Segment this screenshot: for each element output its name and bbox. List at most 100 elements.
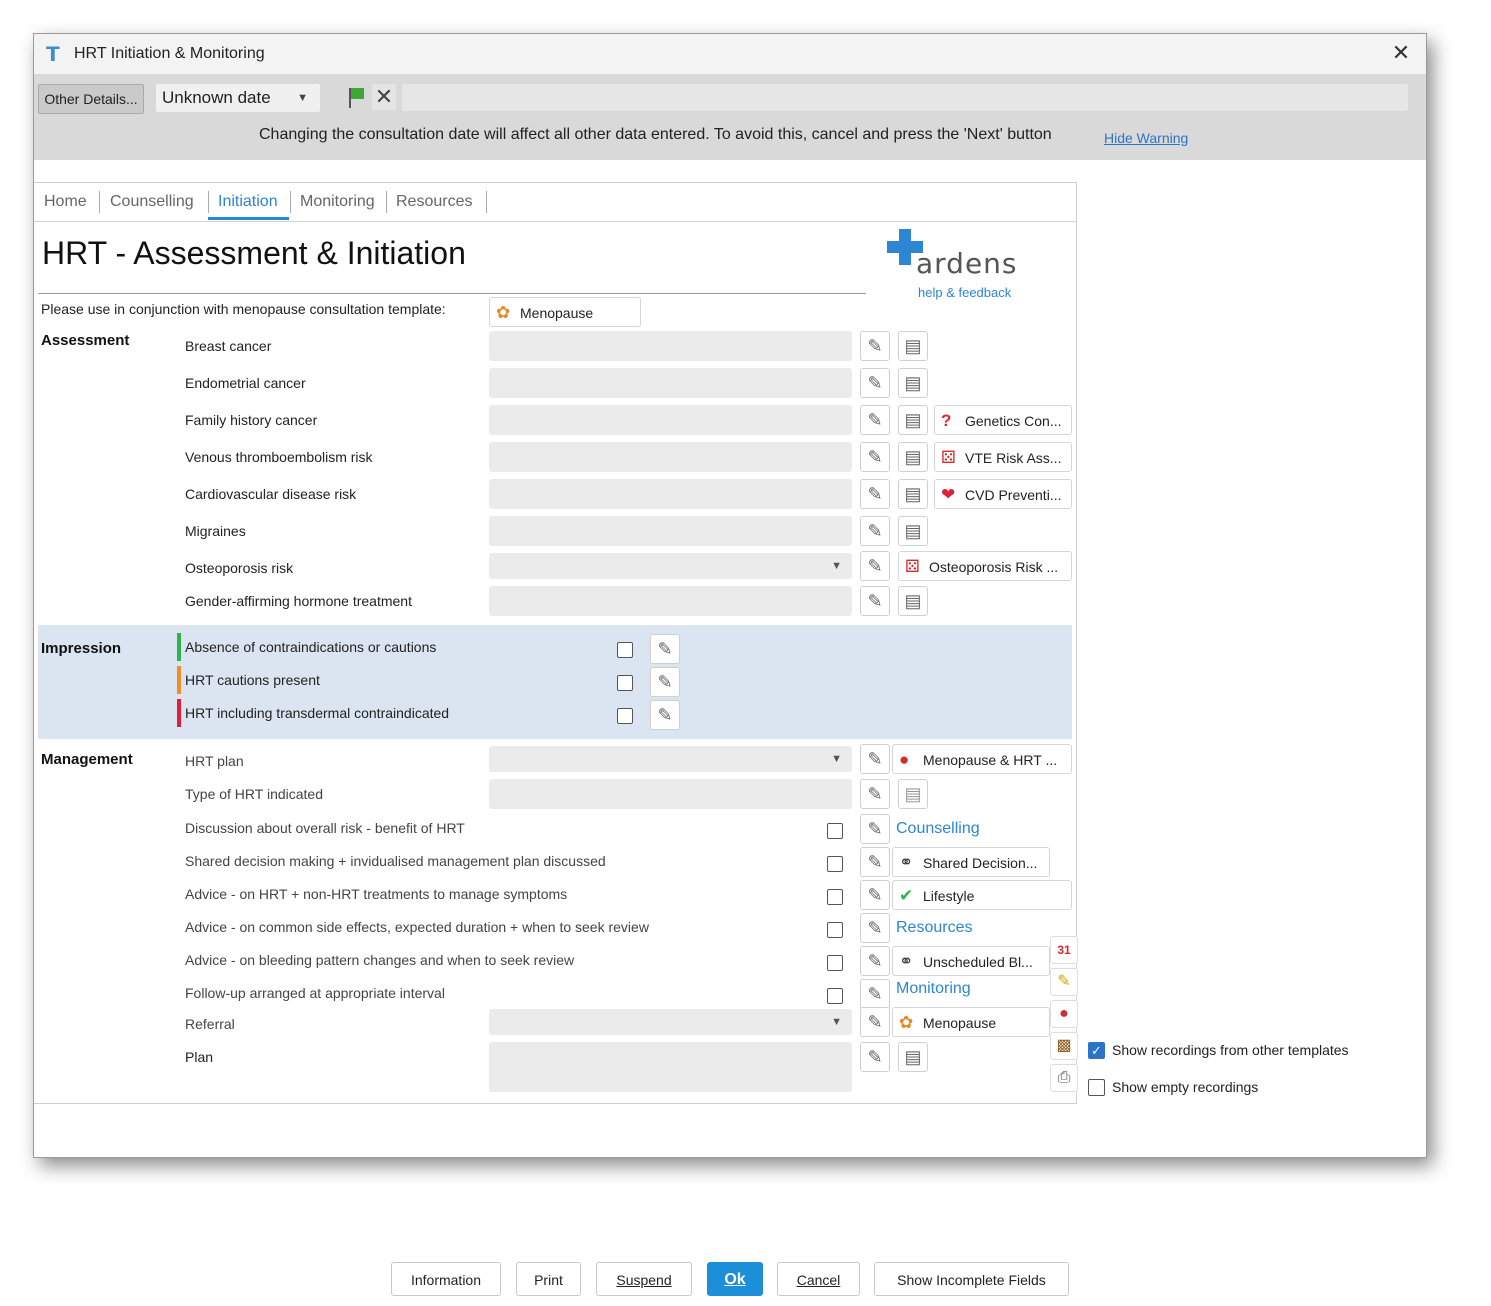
osteoporosis-risk-chip[interactable]: ⚄ Osteoporosis Risk ... — [898, 551, 1072, 581]
flag-icon[interactable] — [347, 86, 365, 110]
show-other-recordings-checkbox[interactable]: ✓ — [1088, 1042, 1105, 1059]
add-note-icon[interactable]: ▤ — [898, 442, 928, 472]
migraines-field[interactable] — [489, 516, 852, 546]
referral-select[interactable]: ▼ — [489, 1009, 852, 1035]
menopause-hrt-chip[interactable]: ● Menopause & HRT ... — [892, 744, 1072, 774]
pencil-icon[interactable]: ✎ — [860, 946, 890, 976]
migraines-label: Migraines — [185, 523, 246, 539]
unscheduled-bleeding-chip[interactable]: ⚭ Unscheduled Bl... — [892, 946, 1050, 976]
hrt-advice-checkbox[interactable] — [827, 889, 843, 905]
gender-affirming-field[interactable] — [489, 586, 852, 616]
menopause-template-chip[interactable]: ✿ Menopause — [489, 297, 641, 327]
consultation-date-select[interactable]: Unknown date ▼ — [156, 84, 320, 112]
pencil-icon[interactable]: ✎ — [860, 516, 890, 546]
pencil-icon[interactable]: ✎ — [860, 479, 890, 509]
osteoporosis-risk-select[interactable]: ▼ — [489, 553, 852, 579]
hrt-plan-select[interactable]: ▼ — [489, 746, 852, 772]
clear-date-icon[interactable]: ✕ — [372, 84, 396, 110]
pencil-icon[interactable]: ✎ — [860, 1042, 890, 1072]
bleeding-advice-checkbox[interactable] — [827, 955, 843, 971]
pencil-icon[interactable]: ✎ — [860, 779, 890, 809]
follow-up-checkbox[interactable] — [827, 988, 843, 1004]
add-note-icon[interactable]: ▤ — [898, 586, 928, 616]
no-contraindications-checkbox[interactable] — [617, 642, 633, 658]
lifestyle-chip[interactable]: ✔ Lifestyle — [892, 880, 1072, 910]
window-title: HRT Initiation & Monitoring — [74, 45, 265, 62]
tab-monitoring[interactable]: Monitoring — [300, 193, 375, 211]
printer-icon[interactable]: ⎙ — [1050, 1064, 1078, 1092]
pencil-icon[interactable]: ✎ — [860, 442, 890, 472]
risk-benefit-checkbox[interactable] — [827, 823, 843, 839]
show-empty-recordings-checkbox[interactable] — [1088, 1079, 1105, 1096]
information-button[interactable]: Information — [391, 1262, 501, 1296]
add-note-icon[interactable]: ▤ — [898, 331, 928, 361]
ok-button[interactable]: Ok — [707, 1262, 763, 1296]
notepad-icon[interactable]: ✎ — [1050, 968, 1078, 996]
cancel-button[interactable]: Cancel — [777, 1262, 860, 1296]
add-note-icon[interactable]: ▤ — [898, 405, 928, 435]
add-note-icon[interactable]: ▤ — [898, 479, 928, 509]
pencil-icon[interactable]: ✎ — [860, 913, 890, 943]
resources-link[interactable]: Resources — [896, 919, 972, 937]
title-bar: 𝗧 HRT Initiation & Monitoring ✕ — [34, 34, 1426, 74]
family-history-cancer-field[interactable] — [489, 405, 852, 435]
cvd-risk-field[interactable] — [489, 479, 852, 509]
endometrial-cancer-label: Endometrial cancer — [185, 375, 306, 391]
genetics-chip[interactable]: ? Genetics Con... — [934, 405, 1072, 435]
medication-icon[interactable]: ● — [1050, 1000, 1078, 1028]
pencil-icon[interactable]: ✎ — [860, 368, 890, 398]
ardens-logo[interactable]: ardens help & feedback — [886, 229, 1036, 303]
calendar-icon[interactable]: 31 — [1050, 936, 1078, 964]
print-button[interactable]: Print — [516, 1262, 581, 1296]
pencil-icon[interactable]: ✎ — [860, 979, 890, 1009]
pencil-icon[interactable]: ✎ — [650, 667, 680, 697]
other-details-button[interactable]: Other Details... — [38, 84, 144, 114]
vte-risk-chip[interactable]: ⚄ VTE Risk Ass... — [934, 442, 1072, 472]
chip-label: Menopause — [923, 1015, 997, 1031]
add-note-icon[interactable]: ▤ — [898, 1042, 928, 1072]
risk-benefit-label: Discussion about overall risk - benefit … — [185, 820, 465, 836]
endometrial-cancer-field[interactable] — [489, 368, 852, 398]
plan-textarea[interactable] — [489, 1042, 852, 1092]
add-note-icon[interactable]: ▤ — [898, 516, 928, 546]
pencil-icon[interactable]: ✎ — [860, 1007, 890, 1037]
counselling-link[interactable]: Counselling — [896, 820, 980, 838]
tab-counselling[interactable]: Counselling — [110, 193, 194, 211]
shared-decision-checkbox[interactable] — [827, 856, 843, 872]
add-note-icon[interactable]: ▤ — [898, 368, 928, 398]
pencil-icon[interactable]: ✎ — [860, 880, 890, 910]
pencil-icon[interactable]: ✎ — [860, 586, 890, 616]
pencil-icon[interactable]: ✎ — [860, 744, 890, 774]
pencil-icon[interactable]: ✎ — [860, 814, 890, 844]
osteoporosis-risk-label: Osteoporosis risk — [185, 560, 294, 576]
conjunction-text: Please use in conjunction with menopause… — [41, 301, 446, 317]
cvd-prevention-chip[interactable]: ❤ CVD Preventi... — [934, 479, 1072, 509]
logo-brand: ardens — [916, 247, 1018, 280]
suspend-button[interactable]: Suspend — [596, 1262, 692, 1296]
bottle-icon[interactable]: ▩ — [1050, 1032, 1078, 1060]
side-effects-checkbox[interactable] — [827, 922, 843, 938]
pencil-icon[interactable]: ✎ — [860, 847, 890, 877]
monitoring-link[interactable]: Monitoring — [896, 980, 971, 998]
close-icon[interactable]: ✕ — [1386, 40, 1416, 66]
show-incomplete-fields-button[interactable]: Show Incomplete Fields — [874, 1262, 1069, 1296]
hrt-type-field[interactable] — [489, 779, 852, 809]
tab-resources[interactable]: Resources — [396, 193, 472, 211]
flower-icon: ✿ — [899, 1013, 914, 1032]
help-feedback-link[interactable]: help & feedback — [918, 285, 1011, 300]
shared-decision-chip[interactable]: ⚭ Shared Decision... — [892, 847, 1050, 877]
pencil-icon[interactable]: ✎ — [650, 700, 680, 730]
pencil-icon[interactable]: ✎ — [860, 405, 890, 435]
hrt-cautions-checkbox[interactable] — [617, 675, 633, 691]
date-value: Unknown date — [162, 88, 271, 107]
tab-home[interactable]: Home — [44, 193, 87, 211]
pencil-icon[interactable]: ✎ — [860, 551, 890, 581]
hrt-contraindicated-checkbox[interactable] — [617, 708, 633, 724]
vte-risk-field[interactable] — [489, 442, 852, 472]
tab-initiation[interactable]: Initiation — [218, 193, 278, 211]
pencil-icon[interactable]: ✎ — [650, 634, 680, 664]
pencil-icon[interactable]: ✎ — [860, 331, 890, 361]
menopause-referral-chip[interactable]: ✿ Menopause — [892, 1007, 1050, 1037]
hide-warning-link[interactable]: Hide Warning — [1104, 130, 1188, 146]
breast-cancer-field[interactable] — [489, 331, 852, 361]
